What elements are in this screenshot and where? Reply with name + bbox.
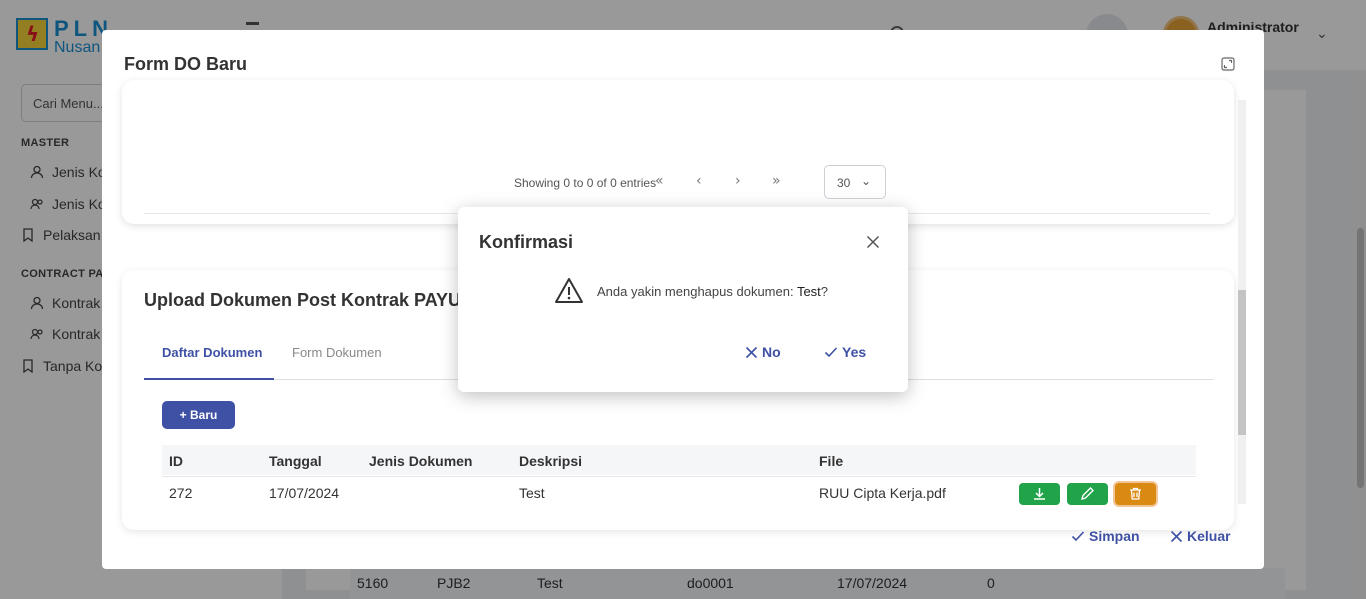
page-size-value: 30 xyxy=(837,176,851,190)
new-document-button[interactable]: + Baru xyxy=(162,401,235,429)
exit-label: Keluar xyxy=(1187,528,1231,544)
confirm-message: Anda yakin menghapus dokumen: Test? xyxy=(597,284,828,299)
exit-button[interactable]: Keluar xyxy=(1170,528,1231,544)
save-button[interactable]: Simpan xyxy=(1071,528,1140,544)
cell-file: RUU Cipta Kerja.pdf xyxy=(819,485,946,501)
last-page-button[interactable]: » xyxy=(772,173,781,189)
column-header[interactable]: Tanggal xyxy=(269,453,322,469)
first-page-button[interactable]: « xyxy=(655,173,664,189)
download-button[interactable] xyxy=(1019,483,1060,505)
column-header[interactable]: File xyxy=(819,453,843,469)
no-button[interactable]: No xyxy=(745,344,781,360)
yes-label: Yes xyxy=(842,344,867,360)
cell-deskripsi: Test xyxy=(519,485,545,501)
active-tab-indicator xyxy=(144,378,274,380)
dialog-title: Form DO Baru xyxy=(124,54,248,74)
close-icon xyxy=(745,346,758,358)
no-label: No xyxy=(762,344,781,360)
prev-page-button[interactable]: ‹ xyxy=(696,173,702,189)
yes-button[interactable]: Yes xyxy=(824,344,866,360)
next-page-button[interactable]: › xyxy=(735,173,741,189)
chevron-down-icon: ⌄ xyxy=(861,174,872,188)
upload-section-title: Upload Dokumen Post Kontrak PAYUNG xyxy=(144,290,489,310)
tab-form-dokumen[interactable]: Form Dokumen xyxy=(292,345,382,360)
cell-id: 272 xyxy=(169,485,193,501)
table-row[interactable]: 272 17/07/2024 Test RUU Cipta Kerja.pdf xyxy=(162,476,1196,512)
pencil-icon xyxy=(1080,487,1094,501)
tab-daftar-dokumen[interactable]: Daftar Dokumen xyxy=(162,345,262,360)
check-icon xyxy=(1071,531,1085,542)
column-header[interactable]: Jenis Dokumen xyxy=(369,453,472,469)
dialog-scrollbar[interactable] xyxy=(1238,100,1246,504)
delete-button[interactable] xyxy=(1115,483,1156,505)
table-card: Showing 0 to 0 of 0 entries « ‹ › » 30 ⌄ xyxy=(122,80,1234,224)
pagination-info: Showing 0 to 0 of 0 entries xyxy=(514,176,657,190)
confirm-message-text: Anda yakin menghapus dokumen: xyxy=(597,284,797,299)
confirm-dialog: Konfirmasi Anda yakin menghapus dokumen:… xyxy=(458,207,908,392)
document-name: Test xyxy=(796,284,821,299)
maximize-icon[interactable] xyxy=(1221,57,1235,71)
table-header: ID Tanggal Jenis Dokumen Deskripsi File xyxy=(162,445,1196,475)
column-header[interactable]: Deskripsi xyxy=(519,453,582,469)
download-icon xyxy=(1034,488,1045,500)
cell-tanggal: 17/07/2024 xyxy=(269,485,340,501)
page-size-select[interactable]: 30 ⌄ xyxy=(824,165,886,199)
close-icon[interactable] xyxy=(866,235,880,249)
column-header[interactable]: ID xyxy=(169,453,183,469)
check-icon xyxy=(824,347,838,358)
trash-icon xyxy=(1130,487,1141,500)
edit-button[interactable] xyxy=(1067,483,1108,505)
close-icon xyxy=(1170,530,1183,542)
warning-icon xyxy=(555,278,583,303)
save-label: Simpan xyxy=(1089,528,1140,544)
confirm-message-suffix: ? xyxy=(820,284,829,299)
confirm-title: Konfirmasi xyxy=(479,232,574,252)
